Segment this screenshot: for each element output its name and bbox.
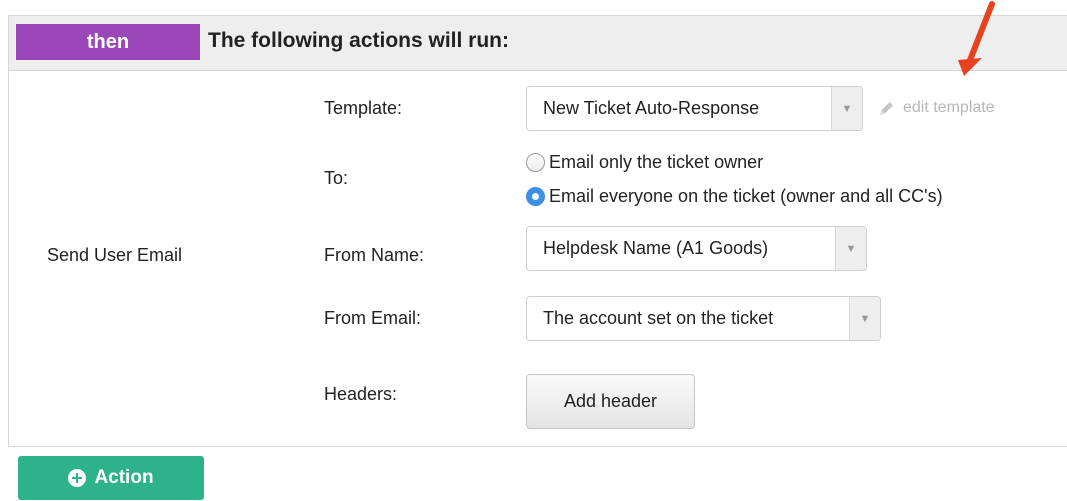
from-name-select[interactable]: Helpdesk Name (A1 Goods) ▼ <box>526 226 867 271</box>
from-email-select-value: The account set on the ticket <box>543 308 774 328</box>
from-email-label: From Email: <box>324 308 422 328</box>
template-select-value: New Ticket Auto-Response <box>543 98 760 118</box>
radio-owner[interactable] <box>526 152 545 172</box>
radio-owner-label: Email only the ticket owner <box>549 152 764 172</box>
radio-everyone-label: Email everyone on the ticket (owner and … <box>549 186 943 206</box>
add-action-button[interactable]: Action <box>18 456 204 500</box>
template-label: Template: <box>324 98 403 118</box>
panel-title: The following actions will run: <box>208 29 509 52</box>
to-label: To: <box>324 168 349 188</box>
from-name-select-value: Helpdesk Name (A1 Goods) <box>543 238 769 258</box>
then-badge: then <box>16 24 200 60</box>
radio-option-everyone[interactable]: Email everyone on the ticket (owner and … <box>526 183 943 209</box>
edit-template-label: edit template <box>903 99 995 116</box>
annotation-arrow <box>958 1 995 76</box>
from-name-label: From Name: <box>324 245 425 265</box>
edit-template-link[interactable]: edit template <box>878 96 995 120</box>
plus-circle-icon <box>68 469 87 487</box>
radio-everyone[interactable] <box>526 186 545 206</box>
caret-down-icon: ▼ <box>831 87 862 130</box>
radio-option-owner[interactable]: Email only the ticket owner <box>526 149 763 175</box>
pencil-icon <box>880 101 893 115</box>
add-header-button[interactable]: Add header <box>526 374 695 429</box>
from-email-select[interactable]: The account set on the ticket ▼ <box>526 296 881 341</box>
headers-label: Headers: <box>324 384 398 404</box>
action-type-label: Send User Email <box>47 245 183 265</box>
caret-down-icon: ▼ <box>835 227 866 270</box>
add-action-label: Action <box>94 467 154 488</box>
caret-down-icon: ▼ <box>849 297 880 340</box>
template-select[interactable]: New Ticket Auto-Response ▼ <box>526 86 863 131</box>
panel-header: then The following actions will run: <box>9 16 1067 71</box>
